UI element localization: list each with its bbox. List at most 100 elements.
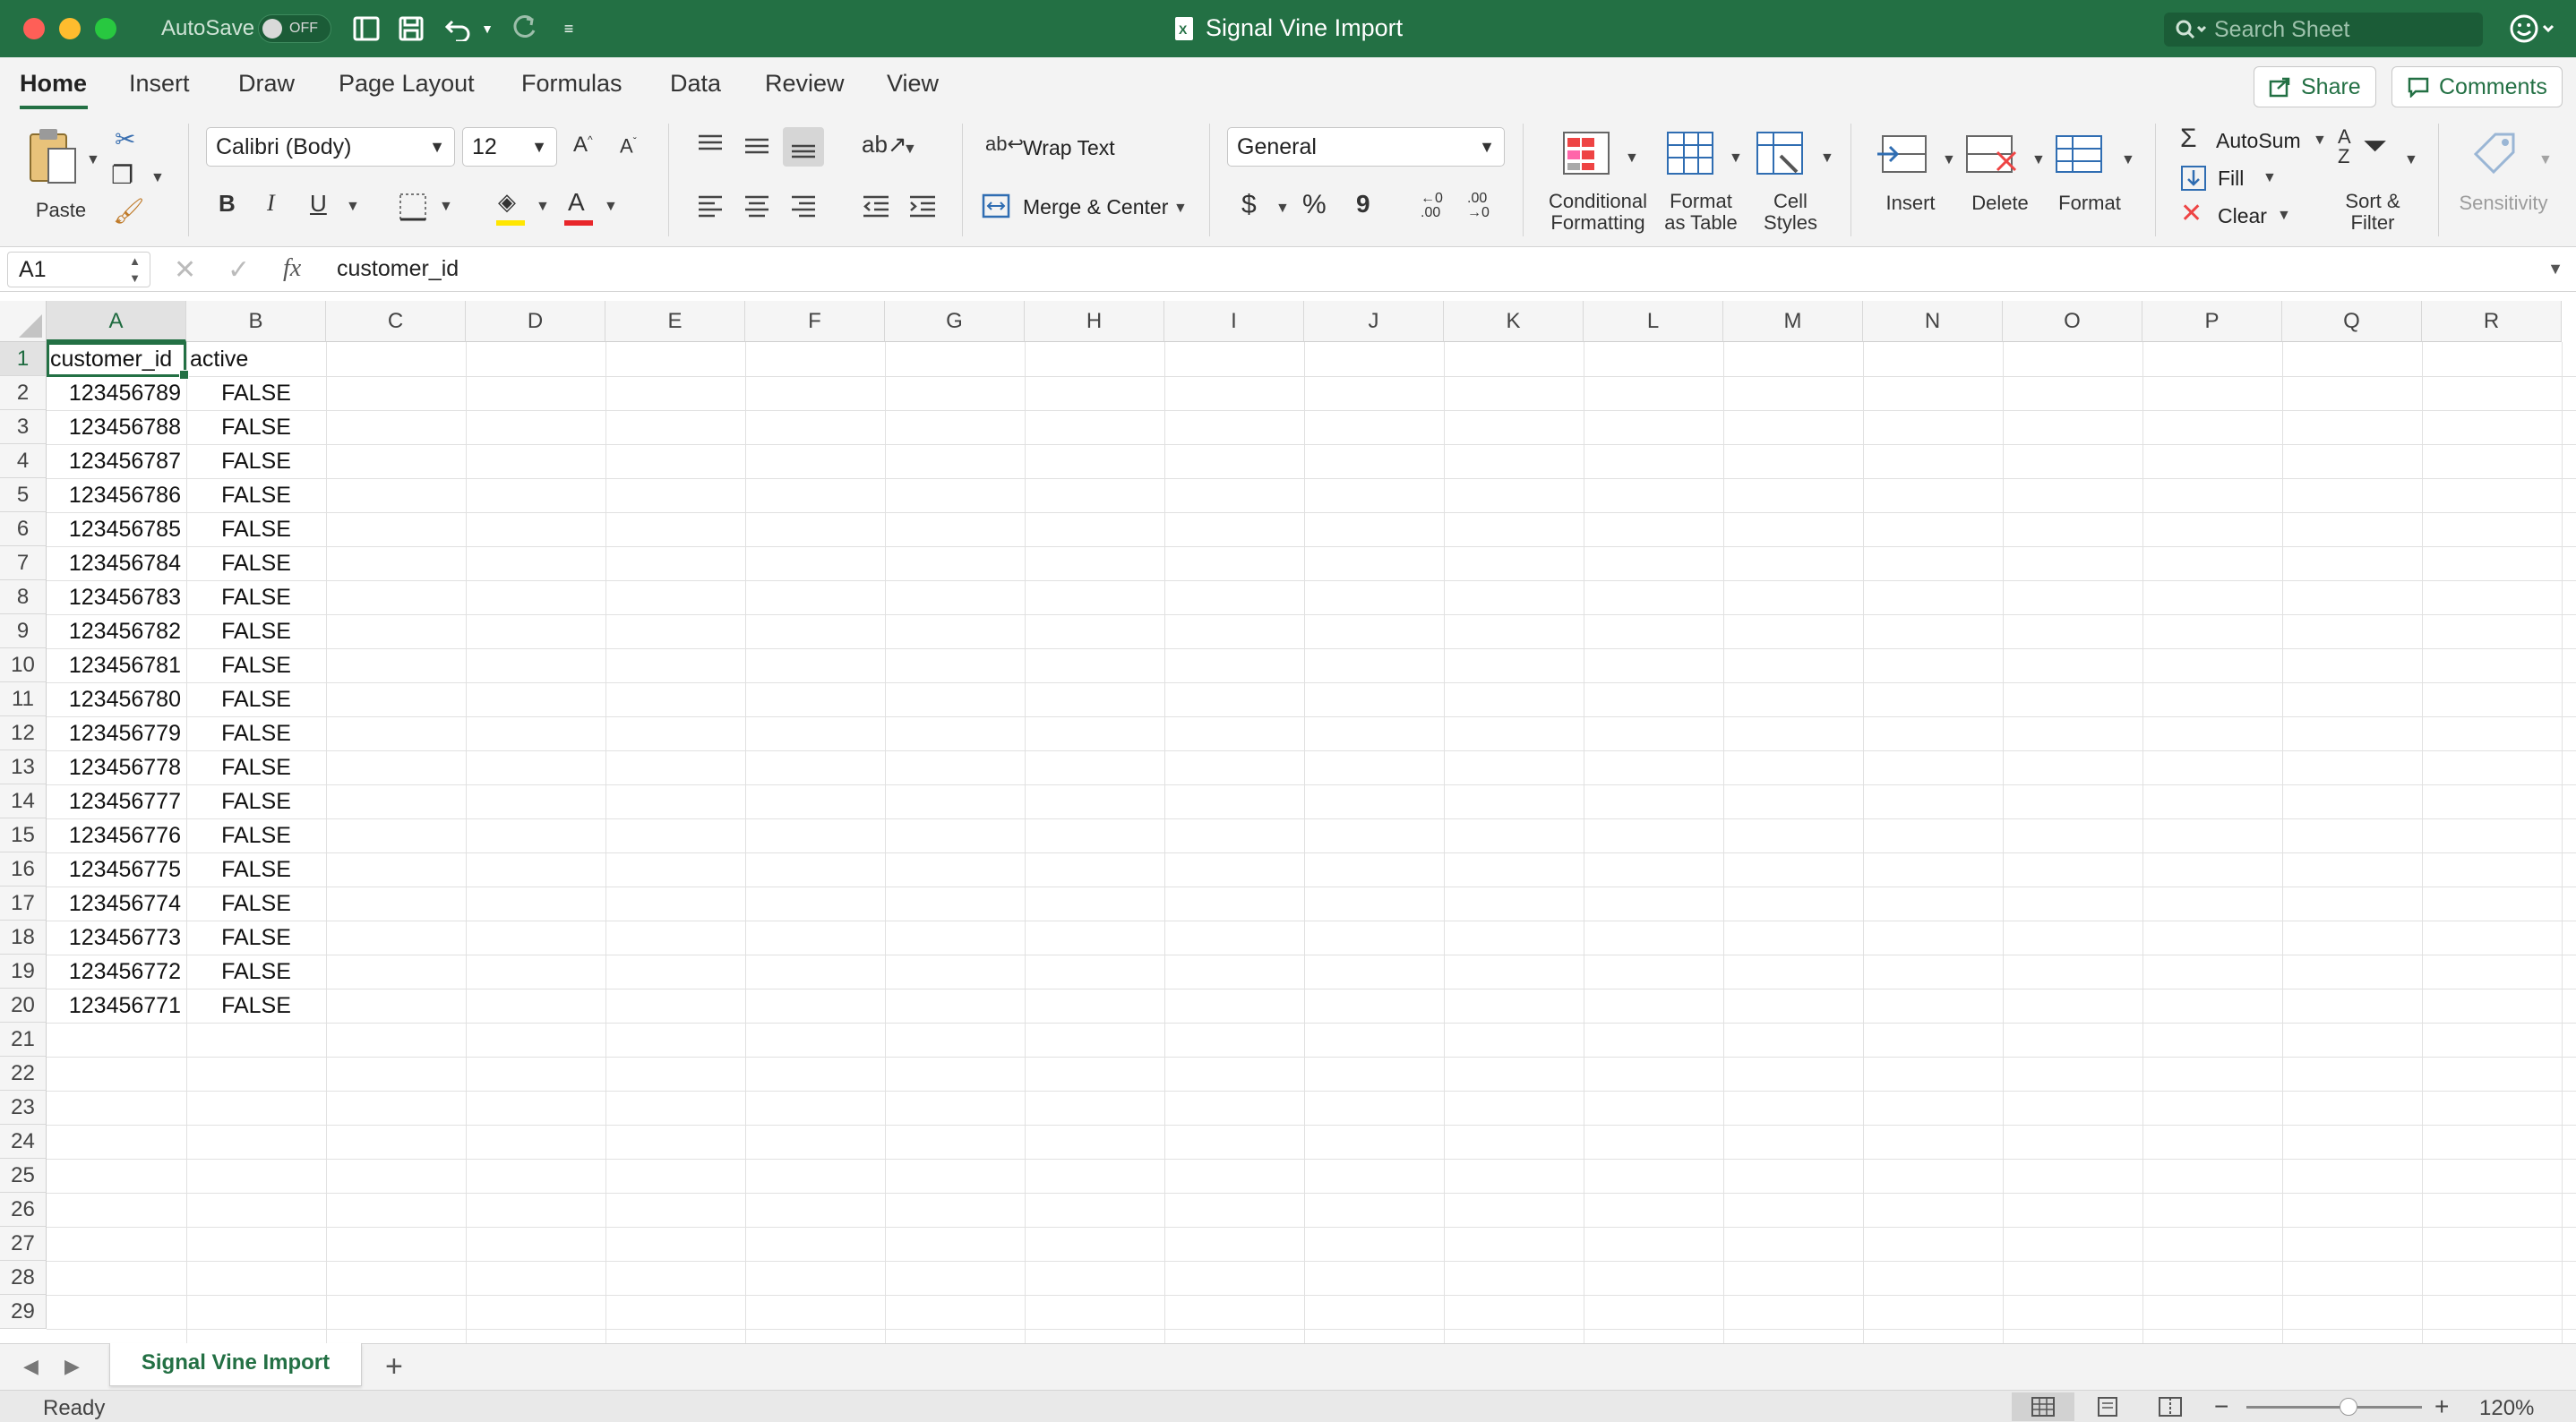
currency-dropdown-icon[interactable]: ▼ — [1275, 201, 1290, 217]
zoom-window-button[interactable] — [95, 18, 116, 39]
active-cell[interactable]: FALSE — [186, 478, 326, 512]
normal-view-button[interactable] — [2012, 1392, 2074, 1421]
cut-icon[interactable]: ✂ — [115, 127, 135, 152]
active-cell[interactable]: FALSE — [186, 648, 326, 682]
active-cell[interactable]: FALSE — [186, 784, 326, 818]
font-name-select[interactable]: Calibri (Body) ▼ — [206, 127, 455, 167]
font-size-select[interactable]: 12 ▼ — [462, 127, 557, 167]
sensitivity-dropdown-icon[interactable]: ▼ — [2538, 152, 2553, 168]
page-break-view-button[interactable] — [2139, 1392, 2202, 1421]
align-bottom-button[interactable] — [783, 127, 824, 167]
align-center-icon[interactable] — [743, 193, 770, 220]
tab-draw[interactable]: Draw — [238, 70, 295, 98]
select-all-corner[interactable] — [0, 301, 47, 342]
tab-view[interactable]: View — [887, 70, 939, 98]
insert-cells-button[interactable]: ▼ Insert — [1868, 124, 1958, 222]
sort-filter-button[interactable]: AZ ⏷ ▼ Sort & Filter — [2329, 124, 2427, 240]
header-cell[interactable]: active — [186, 342, 326, 376]
customer-id-cell[interactable]: 123456776 — [47, 818, 186, 852]
customer-id-cell[interactable]: 123456787 — [47, 444, 186, 478]
number-format-select[interactable]: General ▼ — [1227, 127, 1505, 167]
row-header-17[interactable]: 17 — [0, 887, 47, 921]
insert-dropdown-icon[interactable]: ▼ — [1942, 152, 1956, 168]
text-orientation-icon[interactable]: ab↗ — [862, 133, 907, 156]
decrease-indent-icon[interactable] — [862, 193, 890, 220]
increase-font-size-icon[interactable]: A^ — [573, 134, 593, 156]
bold-button[interactable]: B — [219, 192, 236, 215]
paste-dropdown-icon[interactable]: ▼ — [86, 152, 100, 168]
column-header-d[interactable]: D — [466, 301, 605, 342]
row-header-1[interactable]: 1 — [0, 342, 47, 376]
row-header-13[interactable]: 13 — [0, 750, 47, 784]
row-header-27[interactable]: 27 — [0, 1227, 47, 1261]
clear-button[interactable]: ✕ Clear ▼ — [2178, 199, 2304, 231]
zoom-in-button[interactable]: + — [2434, 1392, 2449, 1421]
customer-id-cell[interactable]: 123456772 — [47, 955, 186, 989]
align-left-icon[interactable] — [697, 193, 724, 220]
row-header-16[interactable]: 16 — [0, 852, 47, 887]
column-header-l[interactable]: L — [1584, 301, 1723, 342]
previous-sheet-icon[interactable]: ◀ — [23, 1355, 39, 1378]
fill-color-button[interactable]: ◈ — [494, 188, 527, 227]
currency-button[interactable]: $ — [1241, 192, 1257, 218]
customer-id-cell[interactable]: 123456782 — [47, 614, 186, 648]
feedback-smiley-icon[interactable] — [2508, 13, 2560, 49]
zoom-out-button[interactable]: − — [2214, 1392, 2228, 1421]
active-cell[interactable]: FALSE — [186, 887, 326, 921]
increase-indent-icon[interactable] — [908, 193, 937, 220]
merge-center-button[interactable]: Merge & Center ▼ — [982, 188, 1197, 224]
active-cell[interactable]: FALSE — [186, 716, 326, 750]
row-header-5[interactable]: 5 — [0, 478, 47, 512]
close-window-button[interactable] — [23, 18, 45, 39]
tab-review[interactable]: Review — [765, 70, 845, 98]
autosum-button[interactable]: Σ AutoSum ▼ — [2178, 124, 2331, 156]
active-cell[interactable]: FALSE — [186, 410, 326, 444]
customer-id-cell[interactable]: 123456778 — [47, 750, 186, 784]
row-header-19[interactable]: 19 — [0, 955, 47, 989]
italic-button[interactable]: I — [267, 192, 275, 215]
fill-dropdown-icon[interactable]: ▼ — [2263, 170, 2277, 186]
decrease-decimal-icon[interactable]: .00 →0 — [1467, 192, 1490, 220]
column-header-o[interactable]: O — [2003, 301, 2142, 342]
sensitivity-button[interactable]: ▼ Sensitivity — [2451, 124, 2567, 222]
row-header-4[interactable]: 4 — [0, 444, 47, 478]
customer-id-cell[interactable]: 123456773 — [47, 921, 186, 955]
customer-id-cell[interactable]: 123456780 — [47, 682, 186, 716]
cancel-edit-icon[interactable]: ✕ — [174, 254, 196, 286]
delete-dropdown-icon[interactable]: ▼ — [2031, 152, 2046, 168]
search-sheet-input[interactable]: Search Sheet — [2164, 13, 2483, 47]
orientation-dropdown-icon[interactable]: ▼ — [903, 141, 917, 158]
column-header-b[interactable]: B — [186, 301, 326, 342]
active-cell[interactable]: FALSE — [186, 376, 326, 410]
cell-styles-button[interactable]: ▼ Cell Styles — [1748, 124, 1838, 240]
paste-button[interactable]: ▼ Paste — [20, 125, 106, 224]
format-as-table-dropdown-icon[interactable]: ▼ — [1729, 150, 1743, 167]
comma-style-button[interactable]: 9 — [1356, 192, 1370, 217]
merge-dropdown-icon[interactable]: ▼ — [1173, 201, 1188, 217]
fill-color-dropdown-icon[interactable]: ▼ — [536, 199, 550, 215]
zoom-slider-knob[interactable] — [2339, 1398, 2357, 1416]
column-header-j[interactable]: J — [1304, 301, 1444, 342]
row-header-7[interactable]: 7 — [0, 546, 47, 580]
align-top-icon[interactable] — [697, 133, 724, 159]
active-cell[interactable]: FALSE — [186, 546, 326, 580]
active-cell[interactable]: FALSE — [186, 614, 326, 648]
customer-id-cell[interactable]: 123456785 — [47, 512, 186, 546]
customer-id-cell[interactable]: 123456779 — [47, 716, 186, 750]
minimize-window-button[interactable] — [59, 18, 81, 39]
row-header-23[interactable]: 23 — [0, 1091, 47, 1125]
customer-id-cell[interactable]: 123456774 — [47, 887, 186, 921]
row-header-8[interactable]: 8 — [0, 580, 47, 614]
customer-id-cell[interactable]: 123456777 — [47, 784, 186, 818]
sort-filter-dropdown-icon[interactable]: ▼ — [2404, 152, 2418, 168]
column-header-n[interactable]: N — [1863, 301, 2003, 342]
active-cell[interactable]: FALSE — [186, 921, 326, 955]
borders-icon[interactable] — [398, 192, 428, 222]
row-header-28[interactable]: 28 — [0, 1261, 47, 1295]
customer-id-cell[interactable]: 123456783 — [47, 580, 186, 614]
customer-id-cell[interactable]: 123456771 — [47, 989, 186, 1023]
active-cell[interactable]: FALSE — [186, 818, 326, 852]
column-header-r[interactable]: R — [2422, 301, 2562, 342]
fill-button[interactable]: Fill ▼ — [2178, 161, 2286, 193]
customer-id-cell[interactable]: 123456789 — [47, 376, 186, 410]
